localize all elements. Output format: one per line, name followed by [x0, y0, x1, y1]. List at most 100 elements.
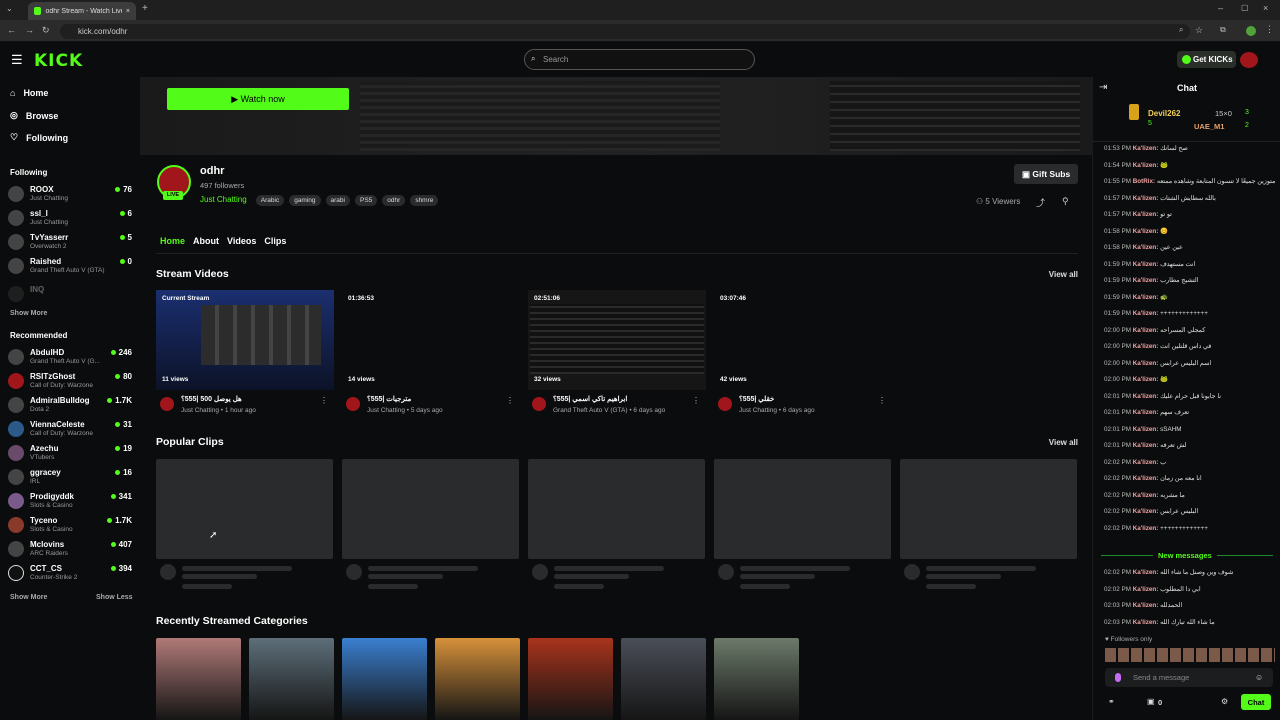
chat-message[interactable]: 01:54 PM Ka'lizen: 🐸	[1104, 161, 1276, 170]
message-username[interactable]: Ka'lizen:	[1133, 459, 1159, 466]
chat-message[interactable]: 01:59 PM Ka'lizen: 🐢	[1104, 293, 1276, 302]
kick-logo[interactable]: KICK	[34, 51, 83, 71]
message-username[interactable]: Ka'lizen:	[1133, 475, 1159, 482]
chat-message[interactable]: 02:03 PM Ka'lizen: الحمدلله	[1104, 601, 1276, 610]
message-username[interactable]: Ka'lizen:	[1133, 525, 1159, 532]
sidebar-home[interactable]: ⌂ Home	[10, 88, 48, 98]
chat-message[interactable]: 01:59 PM Ka'lizen: التشيج مطارب	[1104, 276, 1276, 285]
chat-message[interactable]: 01:59 PM Ka'lizen: +++++++++++++	[1104, 309, 1276, 318]
chat-message[interactable]: 02:01 PM Ka'lizen: sSAHM	[1104, 425, 1276, 434]
show-more-following[interactable]: Show More	[10, 310, 47, 317]
profile-avatar[interactable]	[1246, 26, 1256, 36]
browser-tab[interactable]: odhr Stream - Watch Live on Ki ×	[28, 2, 136, 20]
video-card[interactable]: Current Stream 11 views هل يوصل 500 |555…	[156, 290, 334, 420]
following-channel[interactable]: ROOX Just Chatting 76	[8, 183, 132, 207]
chat-message[interactable]: 02:02 PM Ka'lizen: +++++++++++++	[1104, 524, 1276, 533]
more-options-icon[interactable]: ⋮	[506, 396, 514, 405]
message-username[interactable]: Ka'lizen:	[1133, 327, 1159, 334]
recommended-channel[interactable]: ggracey IRL 16	[8, 466, 132, 490]
message-username[interactable]: BotRix:	[1133, 178, 1155, 185]
video-title[interactable]: مترجيات |555؟	[367, 395, 411, 403]
chat-message[interactable]: 02:02 PM Ka'lizen: البليس عرابس	[1104, 507, 1276, 516]
category-card[interactable]	[156, 638, 241, 720]
more-options-icon[interactable]: ⋮	[692, 396, 700, 405]
url-field[interactable]: kick.com/odhr	[60, 24, 1190, 39]
chat-message-input[interactable]: Send a message	[1105, 668, 1273, 687]
category-card[interactable]	[714, 638, 799, 720]
tag[interactable]: gaming	[289, 195, 321, 206]
chat-message[interactable]: 02:02 PM Ka'lizen: ابي دا المطلوب	[1104, 585, 1276, 594]
chat-message[interactable]: 02:02 PM Ka'lizen: ما مشربه	[1104, 491, 1276, 500]
message-username[interactable]: Ka'lizen:	[1133, 261, 1159, 268]
chat-message[interactable]: 01:53 PM Ka'lizen: صح لسانك	[1104, 144, 1276, 153]
search-input[interactable]: Search	[524, 49, 755, 70]
message-username[interactable]: Ka'lizen:	[1133, 508, 1159, 515]
send-chat-button[interactable]: Chat	[1241, 694, 1271, 710]
chat-message[interactable]: 02:01 PM Ka'lizen: تعرف سهم	[1104, 408, 1276, 417]
recommended-channel[interactable]: Prodigyddk Slots & Casino 341	[8, 490, 132, 514]
browser-menu-icon[interactable]: ⋮	[1265, 24, 1274, 35]
mic-icon[interactable]	[1115, 673, 1121, 682]
chat-message[interactable]: 02:01 PM Ka'lizen: لش تعرفه	[1104, 441, 1276, 450]
following-channel[interactable]: Raished Grand Theft Auto V (GTA) 0	[8, 255, 132, 279]
video-card[interactable]: 03:07:46 42 views خقلي |555؟ Just Chatti…	[714, 290, 892, 420]
message-username[interactable]: Ka'lizen:	[1133, 343, 1159, 350]
extensions-icon[interactable]: ⧉	[1220, 25, 1226, 35]
stream-videos-view-all[interactable]: View all	[1049, 270, 1078, 279]
message-username[interactable]: Ka'lizen:	[1133, 393, 1159, 400]
message-username[interactable]: Ka'lizen:	[1133, 586, 1159, 593]
sidebar-browse[interactable]: ◎ Browse	[10, 110, 58, 121]
forward-icon[interactable]: →	[25, 25, 34, 35]
share-icon[interactable]: ⤴	[1036, 196, 1045, 209]
message-username[interactable]: Ka'lizen:	[1133, 310, 1159, 317]
recommended-channel[interactable]: Tyceno Slots & Casino 1.7K	[8, 514, 132, 538]
recommended-channel[interactable]: CCT_CS Counter-Strike 2 394	[8, 562, 132, 586]
chat-message[interactable]: 02:00 PM Ka'lizen: 🐸	[1104, 375, 1276, 384]
category-card[interactable]	[621, 638, 706, 720]
message-username[interactable]: Ka'lizen:	[1133, 492, 1159, 499]
following-channel[interactable]: ssl_l Just Chatting 6	[8, 207, 132, 231]
video-title[interactable]: خقلي |555؟	[739, 395, 774, 403]
tab-list-icon[interactable]: ⌄	[6, 4, 13, 13]
emote-bar[interactable]	[1105, 648, 1275, 662]
reload-icon[interactable]: ↻	[42, 25, 50, 36]
message-username[interactable]: Ka'lizen:	[1133, 277, 1159, 284]
watch-now-button[interactable]: ▶ Watch now	[167, 88, 349, 110]
chat-message[interactable]: 01:57 PM Ka'lizen: تو تو	[1104, 210, 1276, 219]
chat-message[interactable]: 01:57 PM Ka'lizen: بالله سطايش الشتات	[1104, 194, 1276, 203]
maximize-icon[interactable]: ▢	[1241, 3, 1249, 12]
tag[interactable]: arabi	[325, 195, 350, 206]
chat-message[interactable]: 01:58 PM Ka'lizen: 😊	[1104, 227, 1276, 236]
category-card[interactable]	[342, 638, 427, 720]
message-username[interactable]: Ka'lizen:	[1133, 426, 1159, 433]
chat-settings-gear-icon[interactable]: ⚙	[1221, 697, 1228, 706]
hamburger-menu-icon[interactable]: ☰	[11, 52, 23, 68]
message-username[interactable]: Ka'lizen:	[1133, 162, 1159, 169]
zoom-icon[interactable]: ⌕	[1179, 25, 1183, 35]
message-username[interactable]: Ka'lizen:	[1133, 602, 1159, 609]
user-options-icon[interactable]: ⚲	[1062, 196, 1069, 207]
message-username[interactable]: Ka'lizen:	[1133, 244, 1159, 251]
recommended-channel[interactable]: Mclovins ARC Raiders 407	[8, 538, 132, 562]
message-username[interactable]: Ka'lizen:	[1133, 228, 1159, 235]
emoji-icon[interactable]: ☺	[1255, 673, 1263, 682]
category-card[interactable]	[435, 638, 520, 720]
popular-clips-view-all[interactable]: View all	[1049, 438, 1078, 447]
following-channel[interactable]: TvYasserr Overwatch 25	[8, 231, 132, 255]
chat-message[interactable]: 02:00 PM Ka'lizen: كمجلي المسراحه	[1104, 326, 1276, 335]
chat-message[interactable]: 02:02 PM Ka'lizen: شوف وين وصنل ما شاء ا…	[1104, 568, 1276, 577]
tag[interactable]: odhr	[382, 195, 406, 206]
show-more-recommended[interactable]: Show More	[10, 594, 47, 601]
category-card[interactable]	[249, 638, 334, 720]
bookmark-star-icon[interactable]: ☆	[1195, 25, 1203, 36]
chat-message[interactable]: 01:55 PM BotRix: متوزين جميعًا لا تنسون …	[1104, 177, 1276, 186]
back-icon[interactable]: ←	[7, 25, 16, 35]
video-card[interactable]: 01:36:53 14 views مترجيات |555؟ Just Cha…	[342, 290, 520, 420]
message-username[interactable]: Ka'lizen:	[1133, 360, 1159, 367]
chat-message[interactable]: 01:58 PM Ka'lizen: عين عين	[1104, 243, 1276, 252]
tab-clips[interactable]: Clips	[264, 236, 286, 246]
message-username[interactable]: Ka'lizen:	[1133, 569, 1159, 576]
tab-about[interactable]: About	[193, 236, 219, 246]
video-card[interactable]: 02:51:06 32 views ابراهيم تاكي اسمي |555…	[528, 290, 706, 420]
recommended-channel[interactable]: ViennaCeleste Call of Duty: Warzone 31	[8, 418, 132, 442]
